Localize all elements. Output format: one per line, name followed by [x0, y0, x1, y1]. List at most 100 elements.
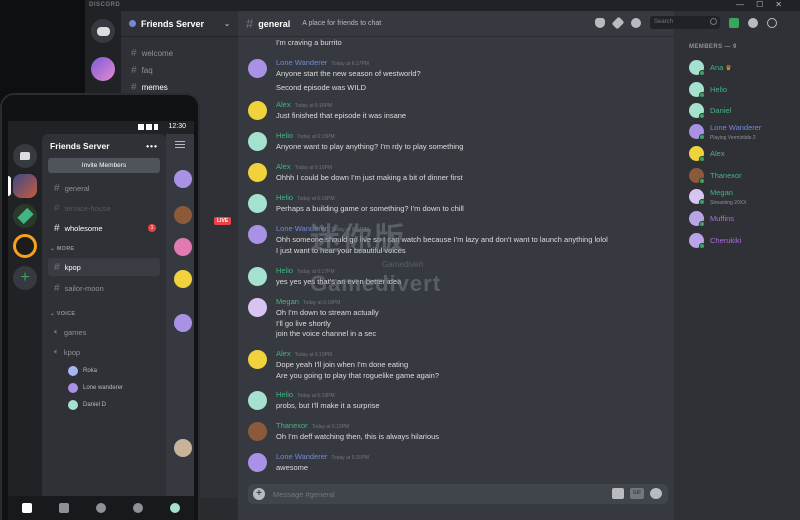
channel-item-faq[interactable]: # faq [127, 62, 232, 79]
message-author[interactable]: Alex [276, 162, 291, 171]
nav-home-icon[interactable] [21, 503, 32, 513]
avatar[interactable] [248, 194, 267, 213]
category-more[interactable]: ⌄ MORE [50, 246, 74, 252]
channel-item-general[interactable]: # general [48, 179, 160, 197]
avatar [68, 382, 78, 393]
hamburger-icon[interactable] [175, 141, 185, 148]
message-author[interactable]: Alex [276, 100, 291, 109]
member-item[interactable]: Megan Streaming 20XX [689, 188, 799, 206]
member-item[interactable]: Cherukiki [689, 232, 799, 250]
add-attachment-button[interactable]: + [253, 488, 265, 500]
message-text: Oh I'm down to stream actually I'll go li… [276, 308, 379, 338]
server-icon-gem[interactable] [13, 204, 37, 228]
server-header[interactable]: Friends Server ⌄ [121, 11, 238, 37]
maximize-button[interactable]: ☐ [756, 0, 775, 9]
message-author[interactable]: Megan [276, 297, 299, 306]
member-item[interactable]: Ana ♛ [689, 59, 799, 77]
avatar[interactable] [248, 391, 267, 410]
message-author[interactable]: Thanexor [276, 421, 308, 430]
mention-icon[interactable] [748, 17, 758, 28]
title-bar: DISCORD —☐✕ [85, 0, 800, 11]
message-author[interactable]: Helio [276, 131, 293, 140]
server-icon-bunny[interactable] [91, 57, 115, 81]
message-author[interactable]: Helio [276, 266, 293, 275]
message-text: Ohhh I could be down I'm just making a b… [276, 173, 463, 182]
message-author[interactable]: Helio [276, 193, 293, 202]
message-time: Today at 6:17PM [297, 269, 335, 275]
avatar[interactable] [248, 350, 267, 369]
channel-label: kpop [64, 262, 81, 272]
server-icon-friends[interactable] [13, 174, 37, 198]
avatar [174, 314, 192, 332]
channel-item-terrace-house[interactable]: # terrace-house [48, 199, 160, 217]
members-icon[interactable] [631, 17, 641, 28]
nav-profile-avatar[interactable] [170, 503, 181, 513]
channel-item-kpop[interactable]: # kpop [48, 258, 160, 276]
channel-item-wholesome[interactable]: # wholesome 1 [48, 219, 160, 237]
nav-mentions-icon[interactable] [133, 503, 144, 513]
avatar[interactable] [248, 422, 267, 441]
status-bar: 12:30 [8, 121, 194, 134]
member-item[interactable]: Alex [689, 145, 799, 163]
search-input[interactable]: Search [650, 16, 720, 29]
chevron-down-icon[interactable]: ⌄ [224, 20, 230, 28]
bell-icon[interactable] [595, 17, 605, 28]
live-badge: LIVE [214, 217, 232, 225]
member-item[interactable]: Thanexor [689, 167, 799, 185]
member-item[interactable]: Muffins [689, 210, 799, 228]
message-input[interactable]: Message #general [273, 490, 335, 499]
nav-search-icon[interactable] [95, 503, 106, 513]
avatar[interactable] [248, 267, 267, 286]
avatar[interactable] [248, 163, 267, 182]
voice-channel-kpop[interactable]: 🔈︎ kpop [48, 343, 160, 361]
nav-friends-icon[interactable] [58, 503, 69, 513]
chat-toolbar: Search [595, 16, 777, 29]
avatar[interactable] [248, 132, 267, 151]
voice-channel-games[interactable]: 🔈︎ games [48, 323, 160, 341]
member-item[interactable]: Lone Wanderer Playing Vermintide 2 [689, 123, 799, 141]
avatar[interactable] [248, 101, 267, 120]
home-button[interactable] [91, 19, 115, 43]
more-options-icon[interactable]: ••• [146, 141, 158, 151]
online-status-icon [699, 113, 705, 119]
pin-icon[interactable] [611, 16, 625, 29]
invite-members-button[interactable]: Invite Members [48, 158, 160, 173]
message-time: Today at 6:18PM [302, 300, 341, 306]
download-icon[interactable] [729, 17, 739, 28]
avatar[interactable] [248, 59, 267, 78]
hash-icon: # [54, 261, 60, 273]
help-icon[interactable] [767, 17, 777, 28]
add-server-button[interactable]: + [13, 266, 37, 290]
avatar [174, 206, 192, 224]
gift-icon[interactable] [612, 488, 624, 499]
message-author[interactable]: Lone Wanderer [276, 58, 327, 67]
channel-label: welcome [141, 49, 174, 58]
message-author[interactable]: Lone Wanderer [276, 224, 327, 233]
voice-user[interactable]: Roka [68, 364, 97, 377]
dm-button[interactable] [13, 144, 37, 168]
voice-user[interactable]: Lone wanderer [68, 381, 123, 394]
avatar[interactable] [248, 453, 267, 472]
channel-item-welcome[interactable]: # welcome [127, 45, 232, 62]
close-button[interactable]: ✕ [775, 0, 794, 9]
avatar[interactable] [248, 298, 267, 317]
member-item[interactable]: Helio [689, 81, 799, 99]
gif-button[interactable]: GIF [630, 488, 644, 499]
voice-user[interactable]: Daniel D [68, 398, 106, 411]
message-text: I'm craving a burrito [276, 38, 342, 47]
hash-icon: # [54, 202, 60, 214]
message-author[interactable]: Alex [276, 349, 291, 358]
window-controls[interactable]: —☐✕ [736, 0, 794, 9]
server-icon-overwatch[interactable] [13, 234, 37, 258]
message-composer[interactable]: + Message #general GIF [248, 484, 668, 504]
channel-item-sailor-moon[interactable]: # sailor-moon [48, 279, 160, 297]
avatar[interactable] [248, 225, 267, 244]
category-voice[interactable]: ⌄ VOICE [50, 311, 75, 317]
message-author[interactable]: Lone Wanderer [276, 452, 327, 461]
message-author[interactable]: Helio [276, 390, 293, 399]
minimize-button[interactable]: — [736, 0, 756, 9]
hash-icon: # [54, 282, 60, 294]
member-item[interactable]: Daniel [689, 102, 799, 120]
phone-server-header[interactable]: Friends Server ••• [42, 134, 166, 158]
emoji-icon[interactable] [650, 488, 662, 499]
